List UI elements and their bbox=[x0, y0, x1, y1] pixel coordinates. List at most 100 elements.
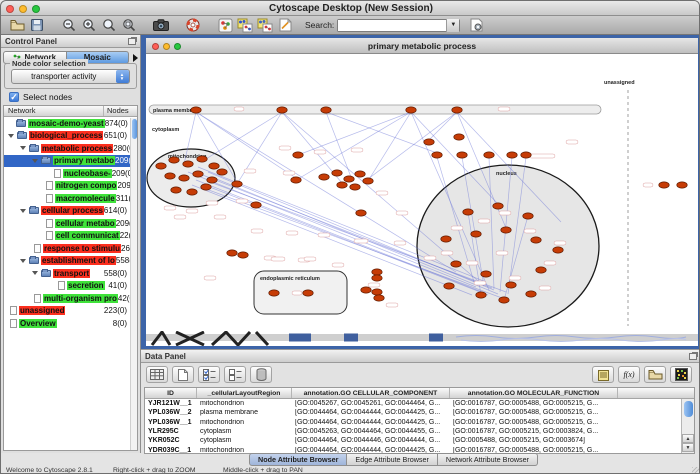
expand-arrow-icon[interactable] bbox=[32, 159, 38, 163]
network-node[interactable] bbox=[227, 250, 237, 256]
column-header-molecular-function[interactable]: annotation.GO MOLECULAR_FUNCTION bbox=[450, 388, 618, 398]
network-node[interactable] bbox=[424, 139, 434, 145]
network-node[interactable] bbox=[471, 231, 481, 237]
zoom-in-button[interactable] bbox=[79, 17, 99, 33]
table-row[interactable]: YPL036W__2plasma membrane[GO:0044464, GO… bbox=[145, 408, 694, 417]
network-node[interactable] bbox=[321, 107, 331, 113]
expand-arrow-icon[interactable] bbox=[20, 209, 26, 213]
network-node[interactable] bbox=[337, 182, 347, 188]
save-session-button[interactable] bbox=[27, 17, 47, 33]
expand-arrow-icon[interactable] bbox=[8, 134, 14, 138]
network-node[interactable] bbox=[291, 177, 301, 183]
tree-row[interactable]: nitrogen compo209(0) bbox=[4, 180, 137, 193]
network-node[interactable] bbox=[356, 210, 366, 216]
import-attributes-button[interactable] bbox=[644, 366, 666, 383]
network-node[interactable] bbox=[232, 181, 242, 187]
table-scrollbar[interactable]: ▲ ▼ bbox=[681, 399, 694, 453]
network-node[interactable] bbox=[350, 184, 360, 190]
network-node[interactable] bbox=[463, 209, 473, 215]
column-header-region[interactable]: _cellularLayoutRegion bbox=[197, 388, 292, 398]
network-node[interactable] bbox=[444, 283, 454, 289]
tree-row[interactable]: nucleobase-209(0) bbox=[4, 167, 137, 180]
network-node[interactable] bbox=[499, 297, 509, 303]
network-canvas[interactable]: plasma membranecytoplasmmitochondrionnuc… bbox=[146, 54, 698, 331]
zoom-selected-button[interactable] bbox=[99, 17, 119, 33]
network-node[interactable] bbox=[251, 202, 261, 208]
network-node[interactable] bbox=[303, 290, 313, 296]
zoom-fit-button[interactable] bbox=[119, 17, 139, 33]
expand-arrow-icon[interactable] bbox=[20, 259, 26, 263]
network-node[interactable] bbox=[165, 173, 175, 179]
tree-row[interactable]: transport558(0) bbox=[4, 267, 137, 280]
network-node[interactable] bbox=[179, 175, 189, 181]
network-node[interactable] bbox=[332, 170, 342, 176]
network-node[interactable] bbox=[506, 282, 516, 288]
expand-arrow-icon[interactable] bbox=[32, 271, 38, 275]
network-node[interactable] bbox=[372, 289, 382, 295]
expand-arrow-icon[interactable] bbox=[20, 146, 26, 150]
network-node[interactable] bbox=[501, 227, 511, 233]
tree-scrollbar-thumb[interactable] bbox=[132, 119, 137, 139]
network-node[interactable] bbox=[209, 163, 219, 169]
network-node[interactable] bbox=[493, 203, 503, 209]
tree-row[interactable]: establishment of lo558(0) bbox=[4, 255, 137, 268]
window-titlebar[interactable]: Cytoscape Desktop (New Session) bbox=[1, 1, 700, 16]
tree-row[interactable]: Overview8(0) bbox=[4, 317, 137, 330]
network-node[interactable] bbox=[187, 189, 197, 195]
network-node[interactable] bbox=[217, 169, 227, 175]
column-header-cellular-component[interactable]: annotation.GO CELLULAR_COMPONENT bbox=[292, 388, 450, 398]
scroll-down-button[interactable]: ▼ bbox=[682, 443, 694, 452]
network-node[interactable] bbox=[659, 182, 669, 188]
tree-row[interactable]: multi-organism pro42(0) bbox=[4, 292, 137, 305]
snapshot-button[interactable] bbox=[151, 17, 171, 33]
node-color-dropdown[interactable]: transporter activity ▲▼ bbox=[11, 69, 130, 84]
network-node[interactable] bbox=[319, 174, 329, 180]
tree-row[interactable]: metabolic process280(0) bbox=[4, 142, 137, 155]
network-node[interactable] bbox=[476, 292, 486, 298]
table-row[interactable]: YPL036W__1mitochondrion[GO:0044464, GO:0… bbox=[145, 418, 694, 427]
matrix-view-button[interactable] bbox=[670, 366, 692, 383]
network-node[interactable] bbox=[207, 177, 217, 183]
network-node[interactable] bbox=[183, 161, 193, 167]
network-view-titlebar[interactable]: primary metabolic process bbox=[146, 38, 698, 54]
zoom-out-button[interactable] bbox=[59, 17, 79, 33]
table-row[interactable]: YJR121W__1mitochondrion[GO:0045267, GO:0… bbox=[145, 399, 694, 408]
network-node[interactable] bbox=[523, 213, 533, 219]
network-node[interactable] bbox=[355, 171, 365, 177]
float-panel-icon[interactable] bbox=[128, 38, 136, 45]
select-nodes-checkbox[interactable]: ✓ bbox=[9, 92, 19, 102]
network-node[interactable] bbox=[521, 152, 531, 158]
tree-header-network[interactable]: Network bbox=[4, 106, 104, 116]
network-node[interactable] bbox=[169, 157, 179, 163]
tree-row[interactable]: cell communicat22(0) bbox=[4, 230, 137, 243]
resize-grip[interactable] bbox=[692, 467, 700, 474]
help-button[interactable] bbox=[183, 17, 203, 33]
tree-row[interactable]: biological_process651(0) bbox=[4, 130, 137, 143]
network-node[interactable] bbox=[481, 271, 491, 277]
network-node[interactable] bbox=[372, 275, 382, 281]
network-node[interactable] bbox=[193, 171, 203, 177]
network-node[interactable] bbox=[452, 107, 462, 113]
network-node[interactable] bbox=[156, 163, 166, 169]
network-node[interactable] bbox=[507, 152, 517, 158]
tree-row[interactable]: unassigned223(0) bbox=[4, 305, 137, 318]
tree-row[interactable]: cellular metabo209(0) bbox=[4, 217, 137, 230]
network-node[interactable] bbox=[432, 152, 442, 158]
network-node[interactable] bbox=[526, 291, 536, 297]
network-node[interactable] bbox=[454, 134, 464, 140]
network-node[interactable] bbox=[269, 290, 279, 296]
table-row[interactable]: YKR052Ccytoplasm[GO:0044464, GO:0044446,… bbox=[145, 436, 694, 445]
network-node[interactable] bbox=[406, 107, 416, 113]
network-node[interactable] bbox=[531, 237, 541, 243]
float-data-panel-icon[interactable] bbox=[689, 353, 697, 360]
search-dropdown-button[interactable]: ▼ bbox=[446, 19, 459, 32]
table-row[interactable]: YLR295Ccytoplasm[GO:0045263, GO:0044464,… bbox=[145, 427, 694, 436]
select-all-attributes-button[interactable] bbox=[198, 366, 220, 383]
new-attribute-button[interactable] bbox=[172, 366, 194, 383]
vizmap-button[interactable] bbox=[235, 17, 255, 33]
network-node[interactable] bbox=[201, 184, 211, 190]
nucleus-region[interactable] bbox=[417, 165, 599, 327]
annotation-button[interactable] bbox=[275, 17, 295, 33]
network-node[interactable] bbox=[677, 182, 687, 188]
view-settings-button[interactable] bbox=[215, 17, 235, 33]
